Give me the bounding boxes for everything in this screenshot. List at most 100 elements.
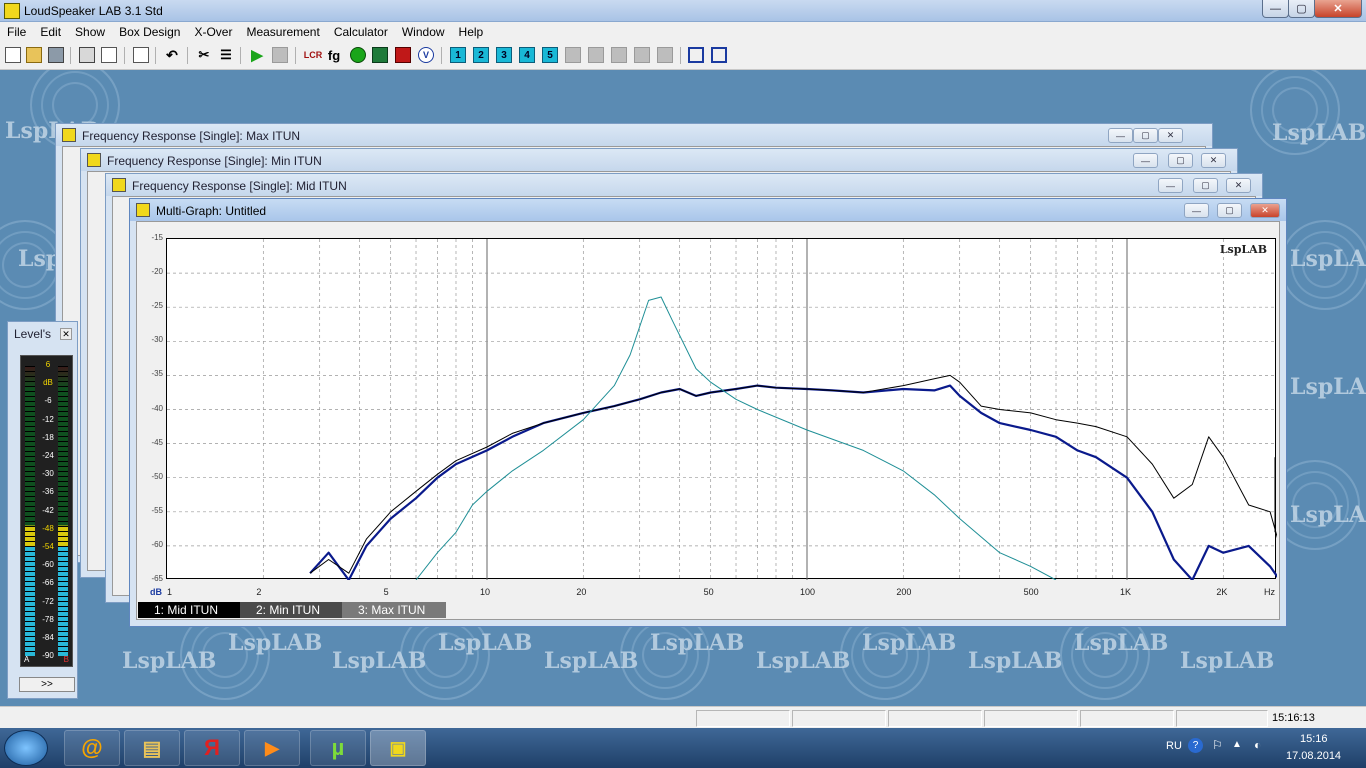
taskbar-media-player-icon[interactable]: ▶: [244, 730, 300, 766]
menu-box-design[interactable]: Box Design: [112, 25, 187, 39]
status-panel: [696, 710, 790, 727]
child-minimize-button[interactable]: —: [1133, 153, 1158, 168]
level-scale-label: -18: [42, 432, 54, 442]
green-circle-icon[interactable]: [350, 47, 366, 63]
taskbar-mail-icon[interactable]: @: [64, 730, 120, 766]
channel-2-button[interactable]: 2: [473, 47, 489, 63]
child-close-button[interactable]: ✕: [1158, 128, 1183, 143]
speaker-icon: [87, 153, 101, 167]
undo-icon[interactable]: ↶: [164, 47, 180, 63]
print-preview-icon[interactable]: [101, 47, 117, 63]
menu-file[interactable]: File: [0, 25, 33, 39]
background-logo: LspLAB: [1272, 120, 1366, 146]
taskbar-yandex-icon[interactable]: Я: [184, 730, 240, 766]
child-minimize-button[interactable]: —: [1184, 203, 1209, 218]
open-folder-icon[interactable]: [26, 47, 42, 63]
toolbar-separator: [441, 47, 442, 64]
channel-10-button[interactable]: [657, 47, 673, 63]
tools-icon[interactable]: ✂: [196, 47, 212, 63]
child-maximize-button[interactable]: ▢: [1193, 178, 1218, 193]
child-maximize-button[interactable]: ▢: [1217, 203, 1242, 218]
child-close-button[interactable]: ✕: [1250, 203, 1280, 218]
close-button[interactable]: ✕: [1314, 0, 1362, 18]
y-tick-label: -40: [151, 403, 163, 413]
save-disk-icon[interactable]: [48, 47, 64, 63]
channel-b-label: B: [63, 655, 69, 664]
levels-panel[interactable]: Level's ✕ 6 dB -6 -12 -18 -24 -30 -36 -42 -48 -54 -…: [7, 321, 78, 699]
level-scale-label: -24: [42, 451, 54, 460]
print-icon[interactable]: [79, 47, 95, 63]
series-line-2: [309, 374, 1277, 574]
background-logo: LspLAB: [1290, 246, 1366, 272]
minimize-button[interactable]: —: [1262, 0, 1289, 18]
child-titlebar[interactable]: Frequency Response [Single]: Min ITUN — …: [81, 149, 1237, 171]
menu-help[interactable]: Help: [452, 25, 491, 39]
green-graph-icon[interactable]: [372, 47, 388, 63]
tab-mid-itun[interactable]: 1: Mid ITUN: [138, 602, 240, 618]
tray-arrow-icon[interactable]: ▲: [1232, 739, 1242, 750]
tile-horizontal-icon[interactable]: [688, 47, 704, 63]
v-badge-icon[interactable]: V: [418, 47, 434, 63]
series-line-1: [309, 384, 1277, 580]
tab-max-itun[interactable]: 3: Max ITUN: [342, 602, 446, 618]
tray-volume-icon[interactable]: ◐: [1254, 738, 1261, 752]
channel-8-button[interactable]: [611, 47, 627, 63]
levels-expand-button[interactable]: >>: [19, 677, 75, 692]
x-tick-label: 500: [1023, 587, 1039, 597]
tray-network-icon[interactable]: ⚐: [1212, 738, 1223, 752]
channel-7-button[interactable]: [588, 47, 604, 63]
channel-6-button[interactable]: [565, 47, 581, 63]
status-bar: 15:16:13: [0, 706, 1366, 728]
taskbar-lsplab-icon[interactable]: ▣: [370, 730, 426, 766]
start-button[interactable]: [4, 730, 48, 766]
equalizer-icon[interactable]: ☰: [218, 47, 234, 63]
status-time: 15:16:13: [1272, 712, 1315, 724]
child-close-button[interactable]: ✕: [1226, 178, 1251, 193]
menu-show[interactable]: Show: [68, 25, 112, 39]
level-scale-label: -30: [42, 469, 54, 479]
taskbar-explorer-icon[interactable]: ▤: [124, 730, 180, 766]
background-logo: LspLAB: [1290, 502, 1366, 528]
fg-calc-icon[interactable]: fg: [326, 47, 342, 63]
menu-window[interactable]: Window: [395, 25, 452, 39]
background-logo: LspLAB: [1074, 630, 1169, 656]
toolbar-separator: [680, 47, 681, 64]
child-titlebar[interactable]: Multi-Graph: Untitled — ▢ ✕: [130, 199, 1286, 221]
channel-4-button[interactable]: 4: [519, 47, 535, 63]
stop-icon[interactable]: [272, 47, 288, 63]
language-indicator[interactable]: RU: [1166, 740, 1182, 752]
app-title: LoudSpeaker LAB 3.1 Std: [24, 4, 163, 18]
channel-1-button[interactable]: 1: [450, 47, 466, 63]
child-close-button[interactable]: ✕: [1201, 153, 1226, 168]
menu-x-over[interactable]: X-Over: [187, 25, 239, 39]
menu-calculator[interactable]: Calculator: [327, 25, 395, 39]
x-tick-label: 100: [800, 587, 816, 597]
menu-edit[interactable]: Edit: [33, 25, 68, 39]
speaker-icon: [62, 128, 76, 142]
child-minimize-button[interactable]: —: [1158, 178, 1183, 193]
child-titlebar[interactable]: Frequency Response [Single]: Max ITUN — …: [56, 124, 1212, 146]
frequency-response-plot[interactable]: LspLAB: [166, 238, 1277, 580]
channel-3-button[interactable]: 3: [496, 47, 512, 63]
new-file-icon[interactable]: [5, 47, 21, 63]
channel-5-button[interactable]: 5: [542, 47, 558, 63]
background-logo: LspLAB: [756, 648, 851, 674]
channel-9-button[interactable]: [634, 47, 650, 63]
help-icon[interactable]: ?: [1188, 738, 1203, 753]
level-scale-label: -42: [42, 505, 54, 515]
child-titlebar[interactable]: Frequency Response [Single]: Mid ITUN — …: [106, 174, 1262, 196]
copy-icon[interactable]: [133, 47, 149, 63]
tile-vertical-icon[interactable]: [711, 47, 727, 63]
lcr-meter-icon[interactable]: LCR: [303, 47, 323, 63]
menu-measurement[interactable]: Measurement: [239, 25, 326, 39]
child-maximize-button[interactable]: ▢: [1168, 153, 1193, 168]
red-graph-icon[interactable]: [395, 47, 411, 63]
tab-min-itun[interactable]: 2: Min ITUN: [240, 602, 342, 618]
level-scale-label: -48: [42, 523, 54, 533]
child-minimize-button[interactable]: —: [1108, 128, 1133, 143]
levels-close-button[interactable]: ✕: [60, 328, 72, 340]
play-icon[interactable]: ▶: [249, 47, 265, 64]
maximize-button[interactable]: ▢: [1288, 0, 1315, 18]
child-maximize-button[interactable]: ▢: [1133, 128, 1158, 143]
taskbar-utorrent-icon[interactable]: µ: [310, 730, 366, 766]
